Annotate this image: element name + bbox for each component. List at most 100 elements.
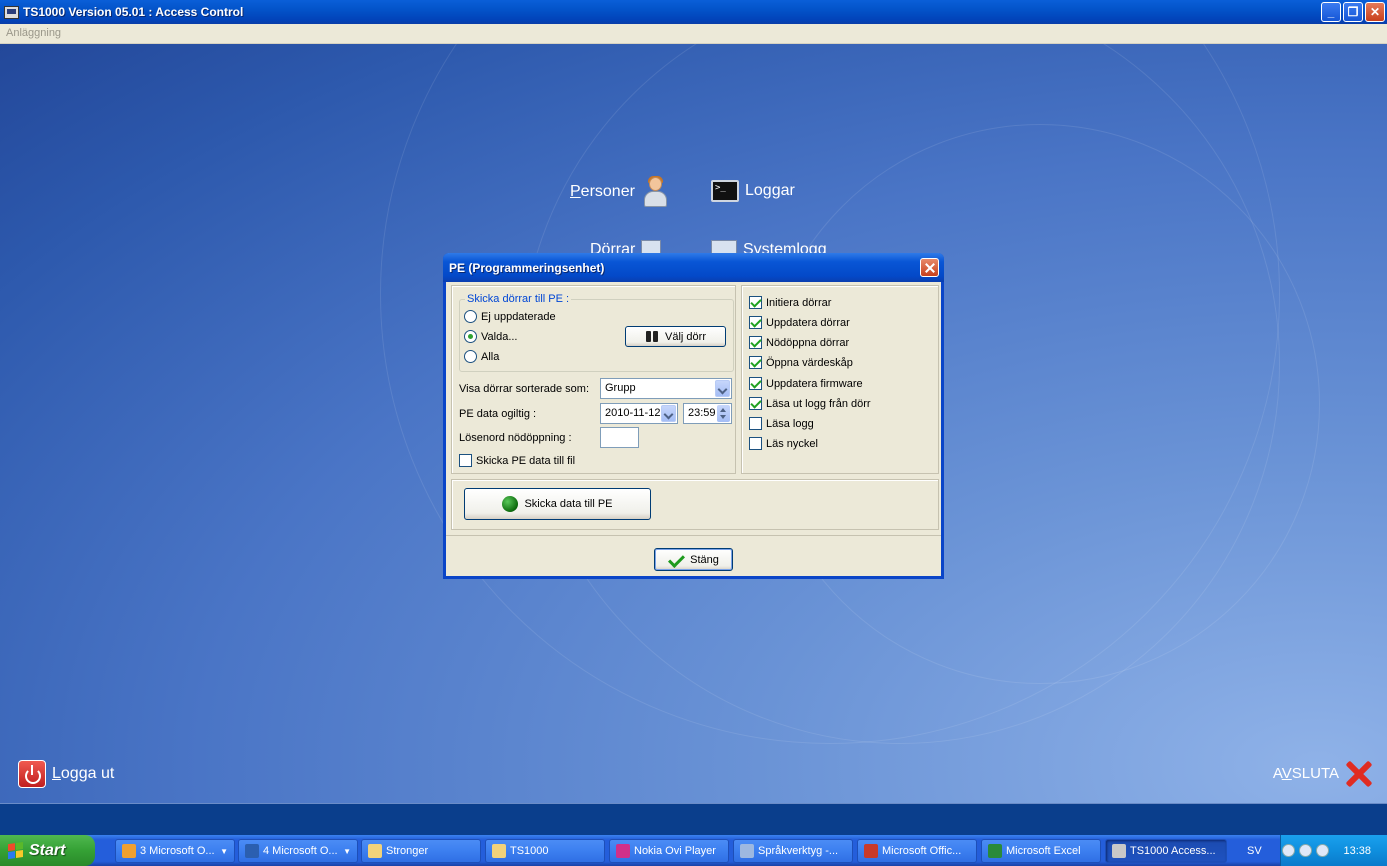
option-checkbox[interactable]: Läs nyckel — [749, 437, 818, 450]
taskbar-item[interactable]: 4 Microsoft O... ▼ — [238, 839, 358, 863]
excel-icon — [988, 844, 1002, 858]
logout-label: Logga ut — [52, 765, 115, 782]
radio-circle-selected — [464, 330, 477, 343]
nav-loggar[interactable]: >_ Loggar — [711, 180, 795, 202]
invalid-date-picker[interactable]: 2010-11-12 — [600, 403, 678, 424]
nav-loggar-label: Loggar — [745, 182, 795, 199]
ts1000-icon — [1112, 844, 1126, 858]
spinner-icon — [717, 405, 730, 422]
chevron-down-icon — [661, 405, 676, 422]
start-button[interactable]: Start — [0, 835, 95, 866]
close-dialog-button[interactable]: Stäng — [654, 548, 733, 571]
window-title: TS1000 Version 05.01 : Access Control — [23, 5, 244, 19]
music-icon — [616, 844, 630, 858]
divider — [446, 535, 941, 536]
checkbox-box — [459, 454, 472, 467]
taskbar-item-label: Microsoft Offic... — [882, 845, 962, 857]
send-doors-legend: Skicka dörrar till PE : — [465, 293, 572, 305]
folder-icon — [492, 844, 506, 858]
clock[interactable]: 13:38 — [1343, 845, 1371, 857]
menu-item-anlaggning[interactable]: Anläggning — [6, 27, 61, 39]
taskbar-item-label: 4 Microsoft O... — [263, 845, 338, 857]
dialog-close-button[interactable] — [920, 258, 939, 277]
taskbar-item[interactable]: Microsoft Excel — [981, 839, 1101, 863]
radio-alla[interactable]: Alla — [464, 350, 499, 363]
terminal-icon: >_ — [711, 180, 739, 202]
close-button[interactable]: ✕ — [1365, 2, 1385, 22]
checkbox-checked — [749, 336, 762, 349]
send-to-file-checkbox[interactable]: Skicka PE data till fil — [459, 454, 575, 467]
dialog-titlebar: PE (Programmeringsenhet) — [443, 253, 944, 282]
sort-select[interactable]: Grupp — [600, 378, 732, 399]
radio-valda[interactable]: Valda... — [464, 330, 518, 343]
taskbar-item-label: Microsoft Excel — [1006, 845, 1081, 857]
option-label: Öppna värdeskåp — [766, 356, 853, 369]
send-to-pe-label: Skicka data till PE — [524, 498, 613, 510]
option-checkbox[interactable]: Nödöppna dörrar — [749, 336, 849, 349]
option-checkbox[interactable]: Initiera dörrar — [749, 296, 831, 309]
network-icon[interactable] — [1299, 844, 1313, 857]
exit-button[interactable]: AVSLUTA — [1273, 758, 1373, 788]
nav-personer[interactable]: Personer — [570, 176, 669, 208]
taskbar-item[interactable]: Stronger — [361, 839, 481, 863]
dialog-title: PE (Programmeringsenhet) — [449, 261, 605, 275]
system-tray: 13:38 — [1280, 835, 1387, 866]
option-checkbox[interactable]: Uppdatera firmware — [749, 377, 863, 390]
checkbox-checked — [749, 356, 762, 369]
send-to-pe-button[interactable]: Skicka data till PE — [464, 488, 651, 520]
logout-button[interactable]: Logga ut — [18, 760, 114, 788]
restore-button[interactable]: ❐ — [1343, 2, 1363, 22]
option-label: Nödöppna dörrar — [766, 336, 850, 349]
taskbar-item[interactable]: Språkverktyg -... — [733, 839, 853, 863]
option-checkbox[interactable]: Läsa ut logg från dörr — [749, 397, 871, 410]
checkbox-checked — [749, 397, 762, 410]
chevron-down-icon: ▼ — [343, 846, 351, 856]
radio-label: Alla — [481, 350, 500, 363]
word-icon — [245, 844, 259, 858]
start-label: Start — [29, 841, 66, 859]
radio-ej-uppdaterade[interactable]: Ej uppdaterade — [464, 310, 556, 323]
volume-icon[interactable] — [1316, 844, 1330, 857]
office-icon — [864, 844, 878, 858]
taskbar-item[interactable]: Microsoft Offic... — [857, 839, 977, 863]
invalid-time-input[interactable]: 23:59 — [683, 403, 732, 424]
checkbox-checked — [749, 296, 762, 309]
radio-circle — [464, 310, 477, 323]
status-bar — [0, 803, 1387, 835]
taskbar-item-label: TS1000 Access... — [1130, 845, 1216, 857]
windows-logo-icon — [8, 841, 24, 859]
option-checkbox[interactable]: Öppna värdeskåp — [749, 356, 853, 369]
checkbox-box — [749, 417, 762, 430]
option-label: Initiera dörrar — [766, 296, 832, 309]
select-door-button[interactable]: Välj dörr — [625, 326, 726, 347]
send-options-panel: Skicka dörrar till PE : Ej uppdaterade V… — [451, 285, 736, 474]
taskbar-item-active[interactable]: TS1000 Access... — [1105, 839, 1227, 863]
language-indicator[interactable]: SV — [1247, 845, 1262, 857]
globe-icon — [502, 496, 519, 512]
radio-label: Ej uppdaterade — [481, 310, 556, 323]
minimize-button[interactable]: _ — [1321, 2, 1341, 22]
option-checkbox[interactable]: Läsa logg — [749, 417, 814, 430]
person-icon — [641, 176, 669, 208]
close-dialog-label: Stäng — [690, 553, 719, 566]
taskbar-item[interactable]: 3 Microsoft O... ▼ — [115, 839, 235, 863]
option-label: Uppdatera firmware — [766, 377, 863, 390]
menu-bar: Anläggning — [0, 24, 1387, 44]
chevron-down-icon: ▼ — [220, 846, 228, 856]
option-label: Läsa logg — [766, 417, 814, 430]
option-checkbox[interactable]: Uppdatera dörrar — [749, 316, 850, 329]
radio-label: Valda... — [481, 330, 518, 343]
sort-value: Grupp — [605, 382, 636, 394]
nav-personer-label: Personer — [570, 183, 635, 200]
password-input[interactable] — [600, 427, 639, 448]
folder-icon — [368, 844, 382, 858]
exit-label: AVSLUTA — [1272, 764, 1339, 782]
taskbar-item[interactable]: Nokia Ovi Player — [609, 839, 729, 863]
tray-icon[interactable] — [1282, 844, 1296, 857]
power-icon — [18, 760, 46, 788]
taskbar-item[interactable]: TS1000 — [485, 839, 605, 863]
checkbox-box — [749, 437, 762, 450]
option-label: Uppdatera dörrar — [766, 316, 850, 329]
invalid-time-value: 23:59 — [688, 407, 716, 419]
checkbox-checked — [749, 316, 762, 329]
